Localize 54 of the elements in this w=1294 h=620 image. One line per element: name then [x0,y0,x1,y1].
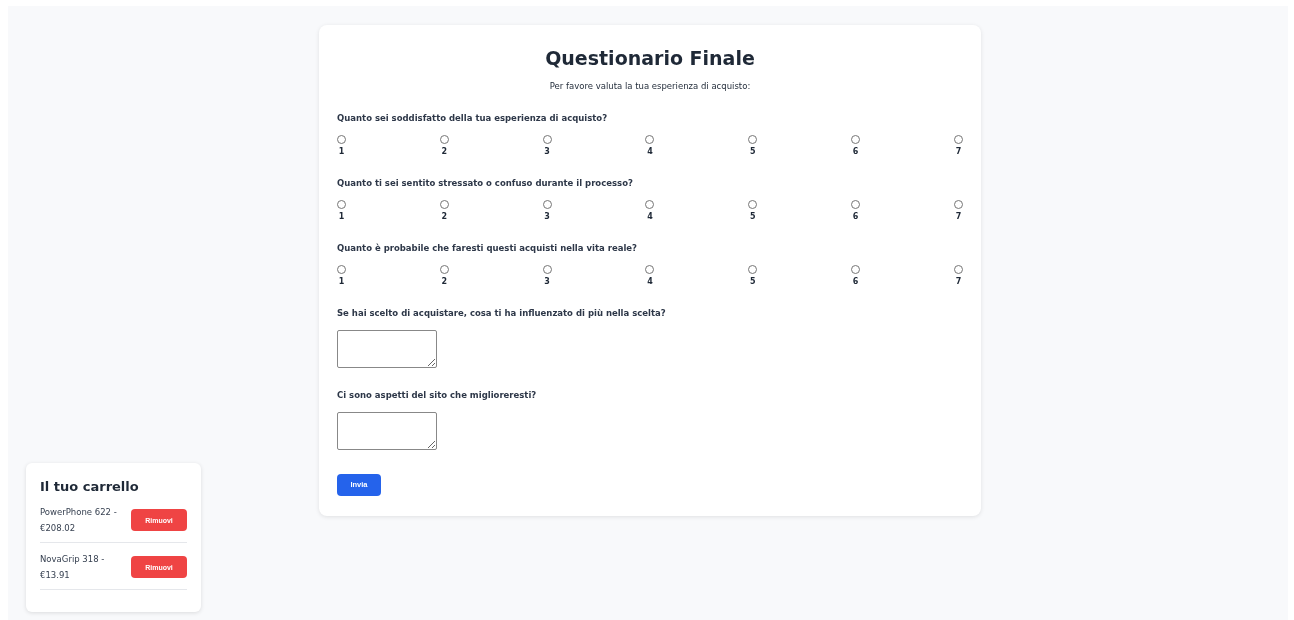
option-label: 2 [441,147,448,156]
answer-box[interactable] [337,412,437,450]
radio-button[interactable] [953,135,963,144]
option-label: 6 [852,212,859,221]
option-label: 3 [544,147,550,156]
radio-button[interactable] [645,135,655,144]
option-label: 6 [852,147,859,156]
radio-button[interactable] [953,200,963,209]
radio-button[interactable] [851,135,861,144]
radio-button[interactable] [542,265,552,274]
option-label: 5 [750,212,756,221]
radio-button[interactable] [439,135,449,144]
option-label: 2 [441,212,448,221]
option-label: 4 [647,212,653,221]
radio-button[interactable] [851,200,861,209]
radio-button[interactable] [851,265,861,274]
option-label: 1 [338,277,345,286]
radio-button[interactable] [645,200,655,209]
question-label: Ci sono aspetti del sito che miglioreresti? [337,390,538,400]
option-label: 5 [750,147,756,156]
question-label: Quanto è probabile che faresti questi acquisti nella vita reale? [337,243,638,253]
option-label: 1 [338,147,345,156]
radio-button[interactable] [953,265,963,274]
answer-box[interactable] [337,330,437,368]
radio-button[interactable] [748,265,758,274]
option-label: 3 [544,212,550,221]
option-label: 7 [955,212,962,221]
question-label: Se hai scelto di acquistare, cosa ti ha influenzato di più nella scelta? [337,308,667,318]
survey-title: Questionario Finale [544,47,756,69]
option-label: 6 [852,277,859,286]
radio-button[interactable] [439,265,449,274]
option-label: 4 [647,147,653,156]
radio-button[interactable] [645,265,655,274]
option-label: 1 [338,212,345,221]
radio-button[interactable] [748,135,758,144]
radio-button[interactable] [748,200,758,209]
option-label: 2 [441,277,448,286]
question-label: Quanto ti sei sentito stressato o confuso durante il processo? [337,178,634,188]
radio-button[interactable] [337,200,346,209]
radio-button[interactable] [337,265,346,274]
cart-item-text: NovaGrip 318 - €13.91 [40,553,105,582]
option-label: 7 [955,147,962,156]
radio-button[interactable] [337,135,346,144]
cart-title: Il tuo carrello [40,479,140,494]
option-label: 4 [647,277,653,286]
option-label: 3 [544,277,550,286]
survey-intro: Per favore valuta la tua esperienza di acquisto: [548,81,752,91]
radio-button[interactable] [542,135,552,144]
radio-button[interactable] [542,200,552,209]
cart-item-text: PowerPhone 622 - €208.02 [40,506,117,535]
option-label: 7 [955,277,962,286]
option-label: 5 [750,277,756,286]
question-label: Quanto sei soddisfatto della tua esperienza di acquisto? [337,113,609,123]
radio-button[interactable] [439,200,449,209]
